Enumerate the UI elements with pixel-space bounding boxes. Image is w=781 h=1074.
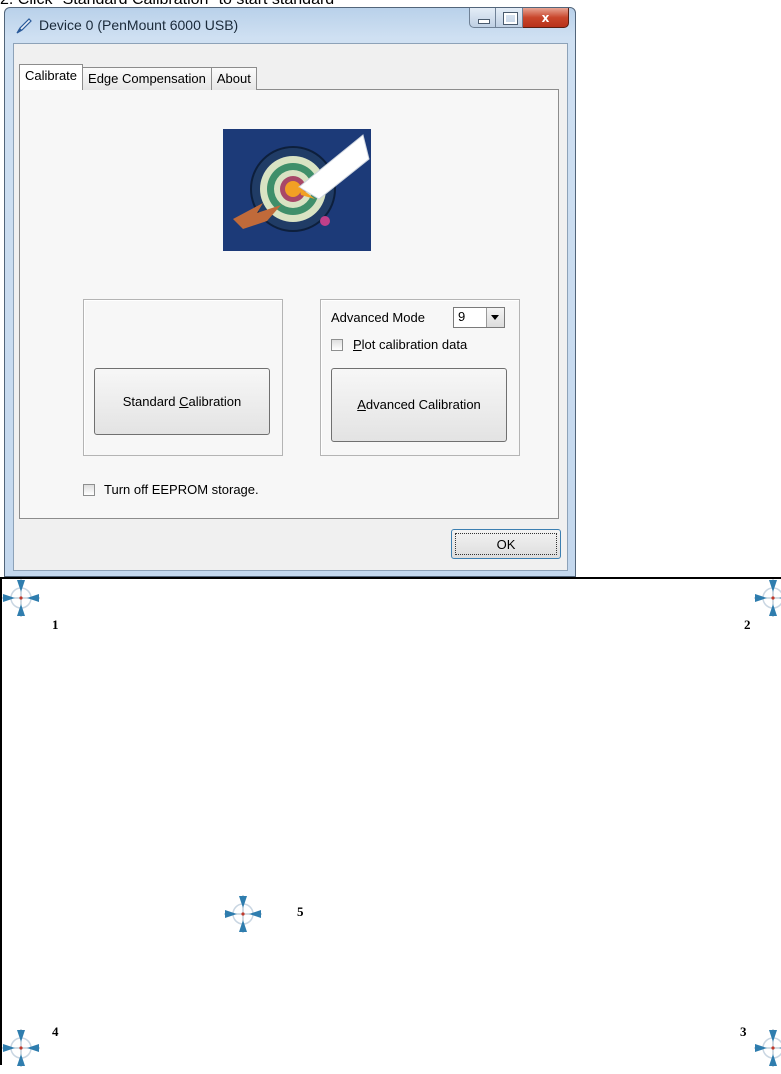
advanced-calibration-group: Advanced Mode 9 Plot calibration data Ad… (320, 299, 520, 456)
calibration-target-1[interactable] (0, 577, 42, 619)
window-title: Device 0 (PenMount 6000 USB) (39, 17, 239, 33)
tab-calibrate[interactable]: Calibrate (19, 64, 84, 90)
caption-buttons: x (469, 8, 569, 30)
crosshair-icon (2, 1029, 40, 1067)
calibration-target-2[interactable] (752, 577, 781, 619)
close-icon: x (541, 11, 550, 25)
ok-button[interactable]: OK (451, 529, 561, 559)
target-label-4: 4 (52, 1024, 59, 1039)
crosshair-icon (224, 895, 262, 933)
maximize-button[interactable] (496, 8, 523, 28)
calibration-target-3[interactable] (752, 1027, 781, 1069)
title-bar[interactable]: Device 0 (PenMount 6000 USB) x (5, 8, 575, 42)
plot-calibration-checkbox[interactable] (331, 339, 343, 351)
close-button[interactable]: x (523, 8, 569, 28)
target-logo (223, 129, 371, 251)
plot-calibration-mnemonic: P (353, 337, 362, 352)
target-logo-icon (223, 129, 371, 251)
crosshair-icon (754, 579, 781, 617)
calibration-screen: 1 2 5 4 3 (0, 577, 781, 1067)
target-label-2: 2 (744, 617, 751, 632)
standard-calibration-label-pre: Standard (122, 394, 180, 409)
dialog-client-area: Calibrate Edge Compensation About Standa… (13, 43, 568, 571)
eeprom-label: Turn off EEPROM storage. (104, 482, 259, 497)
advanced-calibration-label: dvanced Calibration (365, 397, 481, 412)
calibrate-tab-panel: Standard Calibration Advanced Mode 9 Plo… (19, 89, 559, 519)
calibration-dialog: Device 0 (PenMount 6000 USB) x Calibrate… (4, 7, 576, 577)
plot-calibration-label: Plot calibration data (353, 337, 467, 352)
pen-icon (16, 18, 32, 34)
tab-strip: Calibrate Edge Compensation About (19, 64, 257, 90)
maximize-icon (503, 12, 518, 25)
target-label-3: 3 (740, 1024, 747, 1039)
tab-edge-compensation[interactable]: Edge Compensation (82, 67, 212, 90)
standard-calibration-mnemonic: C (179, 394, 189, 409)
target-label-5: 5 (297, 904, 304, 919)
eeprom-checkbox[interactable] (83, 484, 95, 496)
crosshair-icon (754, 1029, 781, 1067)
tab-about[interactable]: About (210, 67, 257, 90)
calibration-target-4[interactable] (0, 1027, 42, 1069)
advanced-mode-label: Advanced Mode (331, 310, 425, 325)
dropdown-arrow-icon[interactable] (486, 308, 504, 327)
advanced-calibration-button[interactable]: Advanced Calibration (331, 368, 507, 442)
advanced-calibration-mnemonic: A (357, 397, 366, 412)
crosshair-icon (2, 579, 40, 617)
advanced-mode-select[interactable]: 9 (453, 307, 505, 328)
plot-calibration-text: lot calibration data (361, 337, 468, 352)
standard-calibration-group: Standard Calibration (83, 299, 283, 456)
standard-calibration-label-post: alibration (188, 394, 242, 409)
minimize-button[interactable] (469, 8, 496, 28)
target-label-1: 1 (52, 617, 59, 632)
ok-button-label: OK (455, 533, 557, 555)
standard-calibration-button[interactable]: Standard Calibration (94, 368, 270, 435)
advanced-mode-value: 9 (458, 309, 466, 324)
calibration-target-5[interactable] (222, 893, 264, 935)
minimize-icon (478, 19, 490, 24)
